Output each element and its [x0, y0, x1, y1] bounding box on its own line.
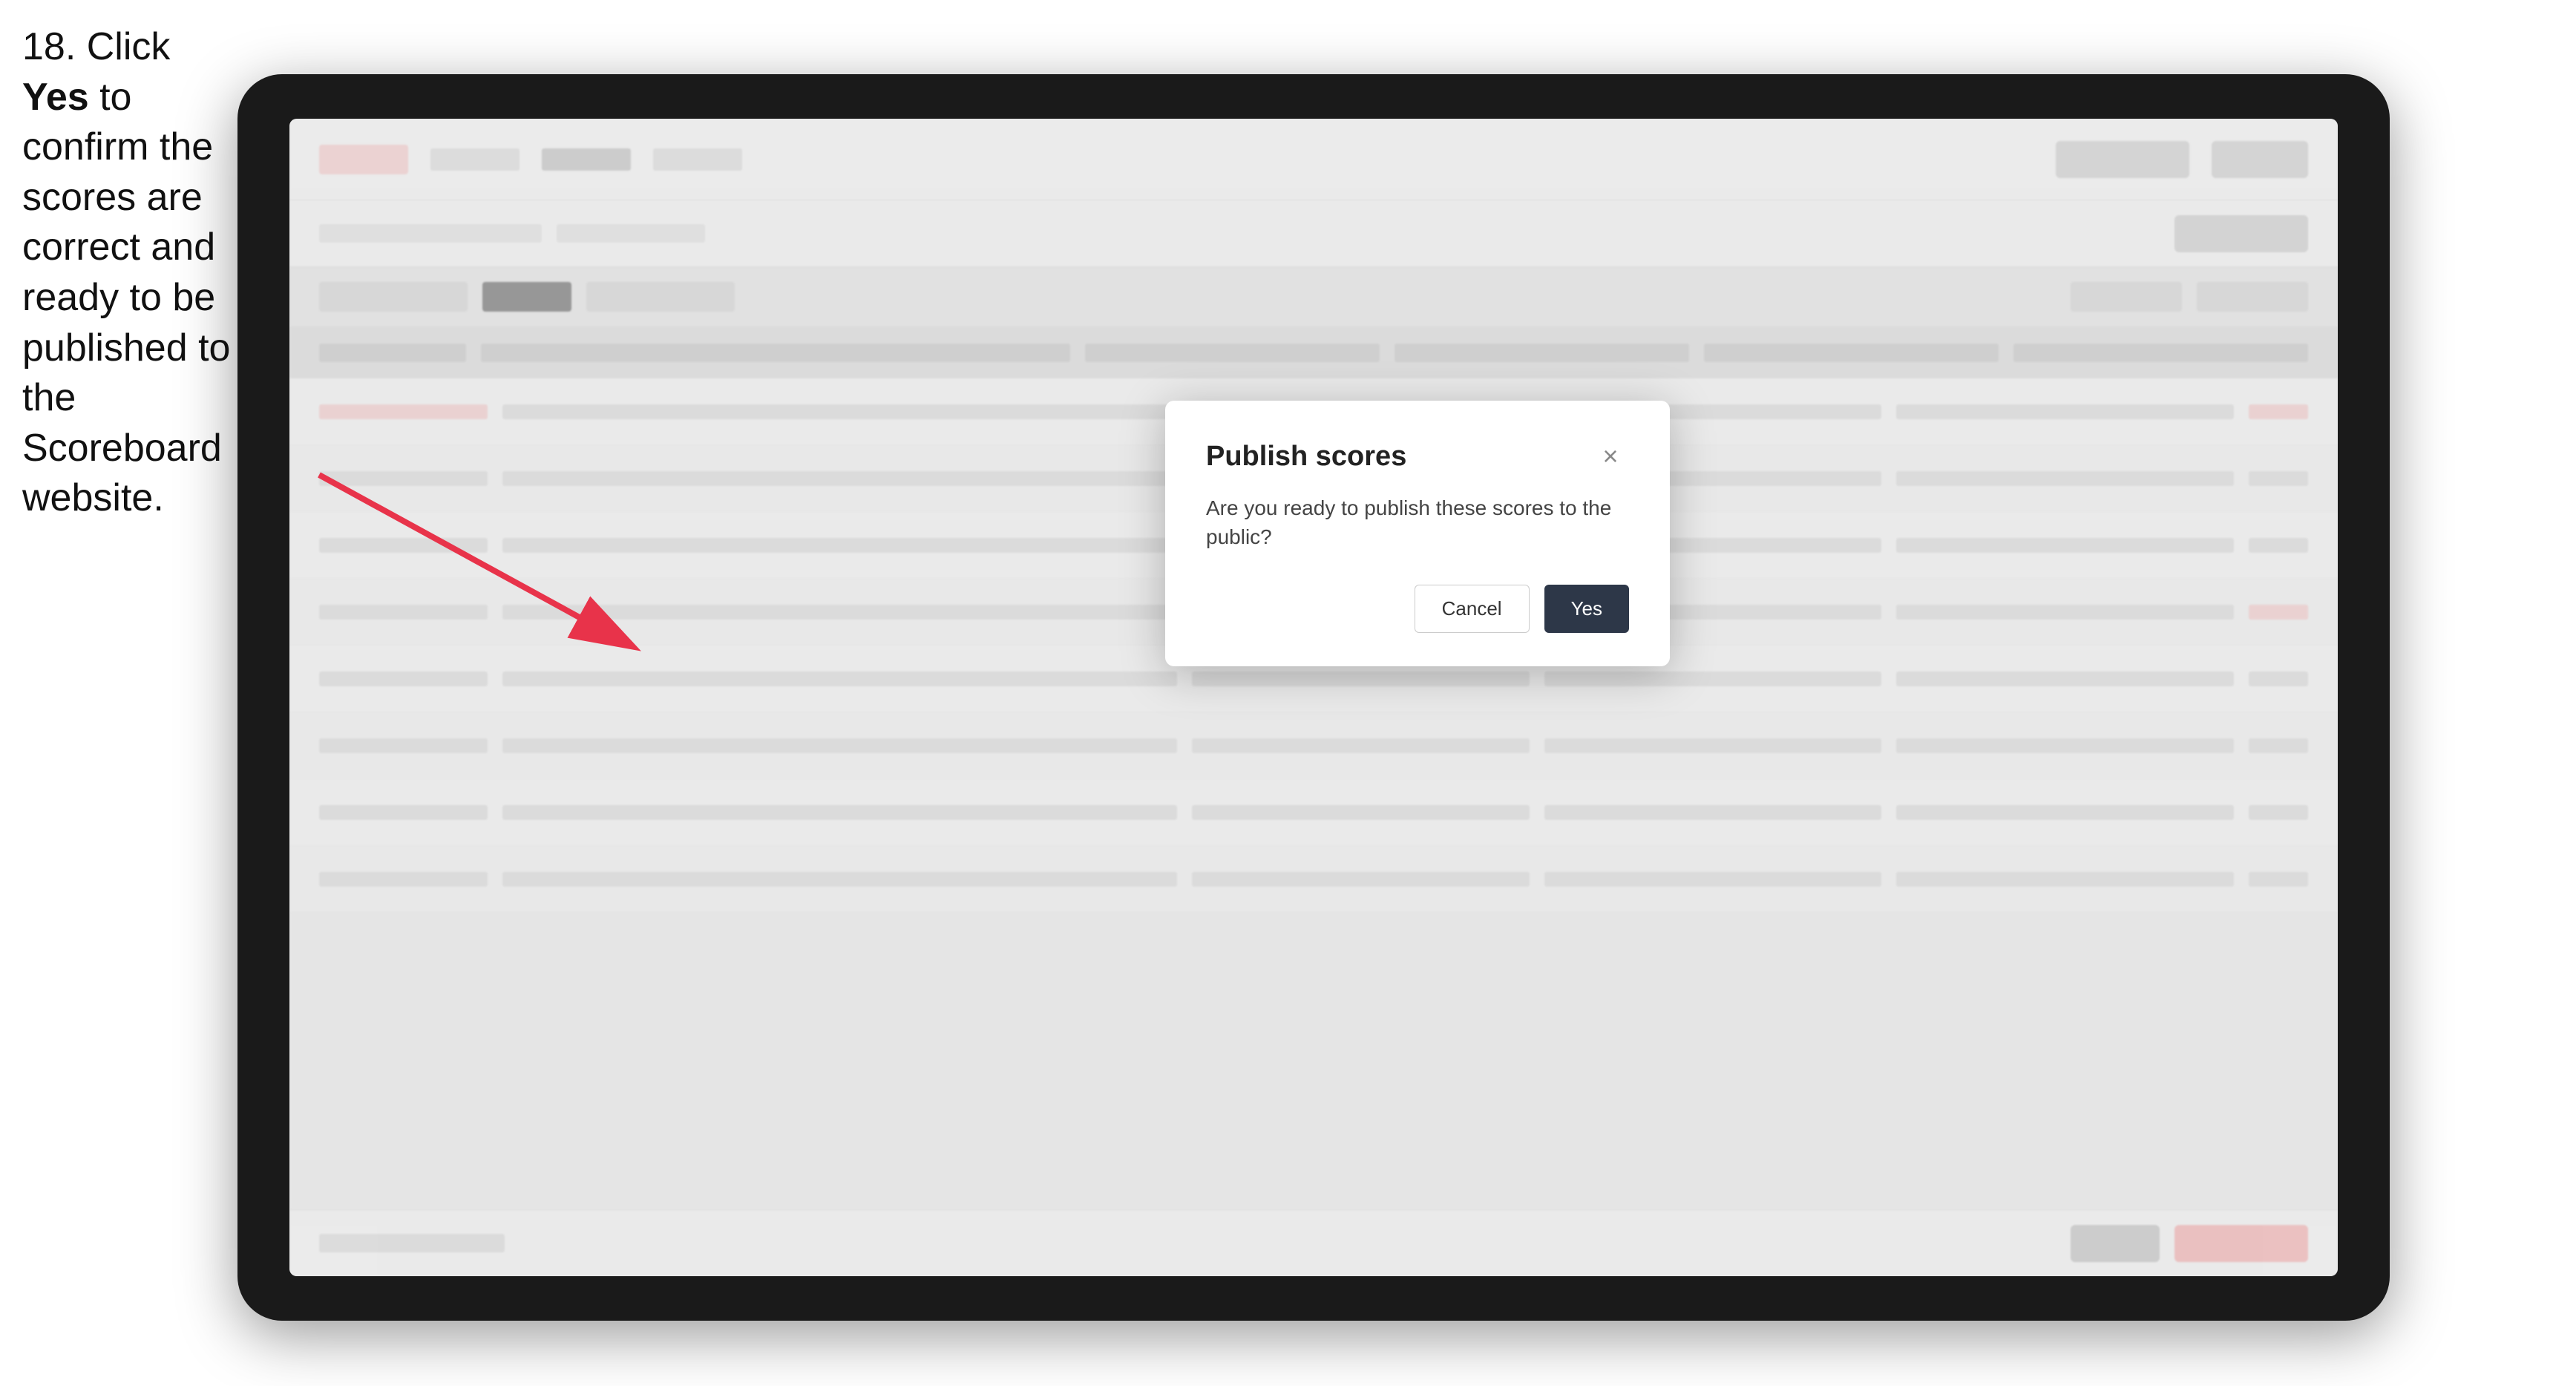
- cell: [2249, 538, 2308, 553]
- filter-item-3: [586, 282, 735, 312]
- cell: [1896, 471, 2234, 486]
- toolbar-action: [2174, 215, 2308, 252]
- col-header-2: [481, 344, 1070, 362]
- app-header-action-2: [2212, 141, 2308, 178]
- app-background: [289, 119, 2338, 1276]
- cell: [2249, 404, 2308, 419]
- col-header-5: [1704, 344, 1999, 362]
- cell: [319, 805, 488, 820]
- table-row: [289, 779, 2338, 846]
- cell: [2249, 471, 2308, 486]
- cell: [2249, 872, 2308, 887]
- dialog-title: Publish scores: [1206, 441, 1406, 473]
- footer-btn-2: [2174, 1225, 2308, 1262]
- tablet-device: Publish scores × Are you ready to publis…: [237, 74, 2390, 1321]
- table-row: [289, 846, 2338, 913]
- instruction-text: 18. Click Yes to confirm the scores are …: [22, 22, 237, 524]
- filter-right-1: [2071, 282, 2182, 312]
- bold-yes: Yes: [22, 76, 89, 119]
- app-nav-item-1: [430, 148, 520, 171]
- col-header-1: [319, 344, 466, 362]
- cell: [319, 471, 488, 486]
- instruction-body: Click Yes to confirm the scores are corr…: [22, 25, 230, 519]
- cell: [502, 671, 1177, 686]
- dialog-actions: Cancel Yes: [1206, 585, 1629, 633]
- cancel-button[interactable]: Cancel: [1415, 585, 1530, 633]
- cell: [319, 404, 488, 419]
- cell: [319, 671, 488, 686]
- cell: [1544, 671, 1882, 686]
- footer-btn-1: [2071, 1225, 2160, 1262]
- cell: [502, 471, 1177, 486]
- cell: [2249, 671, 2308, 686]
- cell: [1896, 404, 2234, 419]
- cell: [502, 605, 1177, 620]
- cell: [2249, 738, 2308, 753]
- app-nav: [430, 148, 2033, 171]
- col-header-3: [1085, 344, 1380, 362]
- app-breadcrumb-2: [557, 224, 705, 243]
- app-nav-item-2: [542, 148, 631, 171]
- app-footer: [289, 1209, 2338, 1276]
- cell: [319, 738, 488, 753]
- cell: [1192, 738, 1530, 753]
- app-toolbar: [289, 200, 2338, 267]
- cell: [1192, 805, 1530, 820]
- app-header-action: [2056, 141, 2189, 178]
- cell: [319, 538, 488, 553]
- publish-scores-dialog: Publish scores × Are you ready to publis…: [1165, 401, 1670, 666]
- cell: [1192, 671, 1530, 686]
- cell: [1896, 605, 2234, 620]
- app-table-header: [289, 326, 2338, 378]
- cell: [1896, 738, 2234, 753]
- cell: [502, 805, 1177, 820]
- dialog-message: Are you ready to publish these scores to…: [1206, 493, 1629, 551]
- dialog-close-button[interactable]: ×: [1592, 438, 1629, 475]
- app-header: [289, 119, 2338, 200]
- cell: [1544, 872, 1882, 887]
- col-header-4: [1394, 344, 1689, 362]
- filter-item-selected: [482, 282, 571, 312]
- cell: [1544, 738, 1882, 753]
- table-row: [289, 712, 2338, 779]
- cell: [502, 738, 1177, 753]
- cell: [1896, 872, 2234, 887]
- cell: [319, 872, 488, 887]
- app-filter-bar: [289, 267, 2338, 326]
- cell: [502, 872, 1177, 887]
- cell: [2249, 605, 2308, 620]
- cell: [1192, 872, 1530, 887]
- cell: [1896, 538, 2234, 553]
- footer-text: [319, 1234, 505, 1252]
- cell: [1896, 805, 2234, 820]
- cell: [1544, 805, 1882, 820]
- app-logo: [319, 145, 408, 174]
- filter-item-1: [319, 282, 468, 312]
- app-breadcrumb: [319, 224, 542, 243]
- tablet-screen: Publish scores × Are you ready to publis…: [289, 119, 2338, 1276]
- cell: [319, 605, 488, 620]
- filter-right-2: [2197, 282, 2308, 312]
- step-number: 18.: [22, 25, 76, 68]
- col-header-6: [2013, 344, 2308, 362]
- cell: [502, 404, 1177, 419]
- dialog-header: Publish scores ×: [1206, 438, 1629, 475]
- app-nav-item-3: [653, 148, 742, 171]
- yes-button[interactable]: Yes: [1544, 585, 1629, 633]
- cell: [1896, 671, 2234, 686]
- cell: [502, 538, 1177, 553]
- cell: [2249, 805, 2308, 820]
